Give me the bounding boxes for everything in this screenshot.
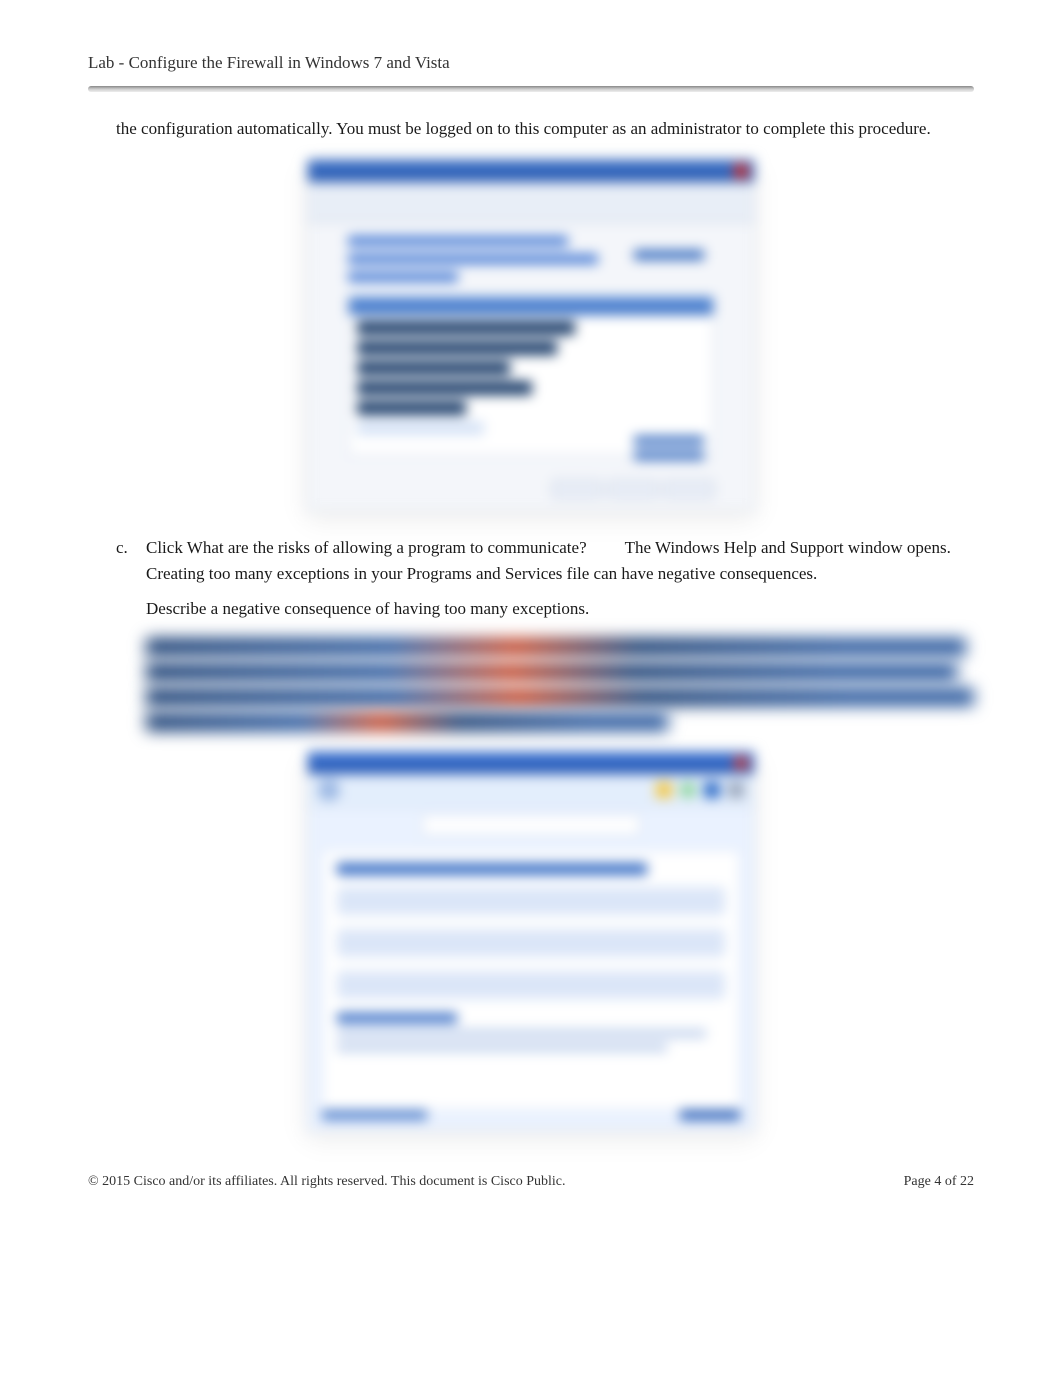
step-c-text: Click What are the risks of allowing a p… xyxy=(146,535,974,586)
step-letter: c. xyxy=(116,535,146,586)
screenshot-firewall-exceptions xyxy=(88,159,974,511)
footer-page-label: Page xyxy=(904,1174,935,1189)
intro-paragraph: the configuration automatically. You mus… xyxy=(116,116,974,142)
step-c-window-name: Windows Help and Support xyxy=(655,538,844,557)
page-footer: © 2015 Cisco and/or its affiliates. All … xyxy=(88,1171,974,1192)
footer-copyright: © 2015 Cisco and/or its affiliates. All … xyxy=(88,1171,566,1192)
step-c-prefix: Click xyxy=(146,538,187,557)
blurred-answer-area xyxy=(146,638,974,731)
page-header-title: Lab - Configure the Firewall in Windows … xyxy=(88,50,974,76)
footer-page-info: Page 4 of 22 xyxy=(904,1171,974,1192)
step-c-transition: The xyxy=(621,538,655,557)
footer-page-of: of 22 xyxy=(941,1174,974,1189)
question-text: Describe a negative consequence of havin… xyxy=(146,596,974,622)
step-c: c. Click What are the risks of allowing … xyxy=(116,535,974,586)
screenshot-help-support xyxy=(88,751,974,1131)
step-c-question: What are the risks of allowing a program… xyxy=(187,538,587,557)
header-divider xyxy=(88,86,974,92)
